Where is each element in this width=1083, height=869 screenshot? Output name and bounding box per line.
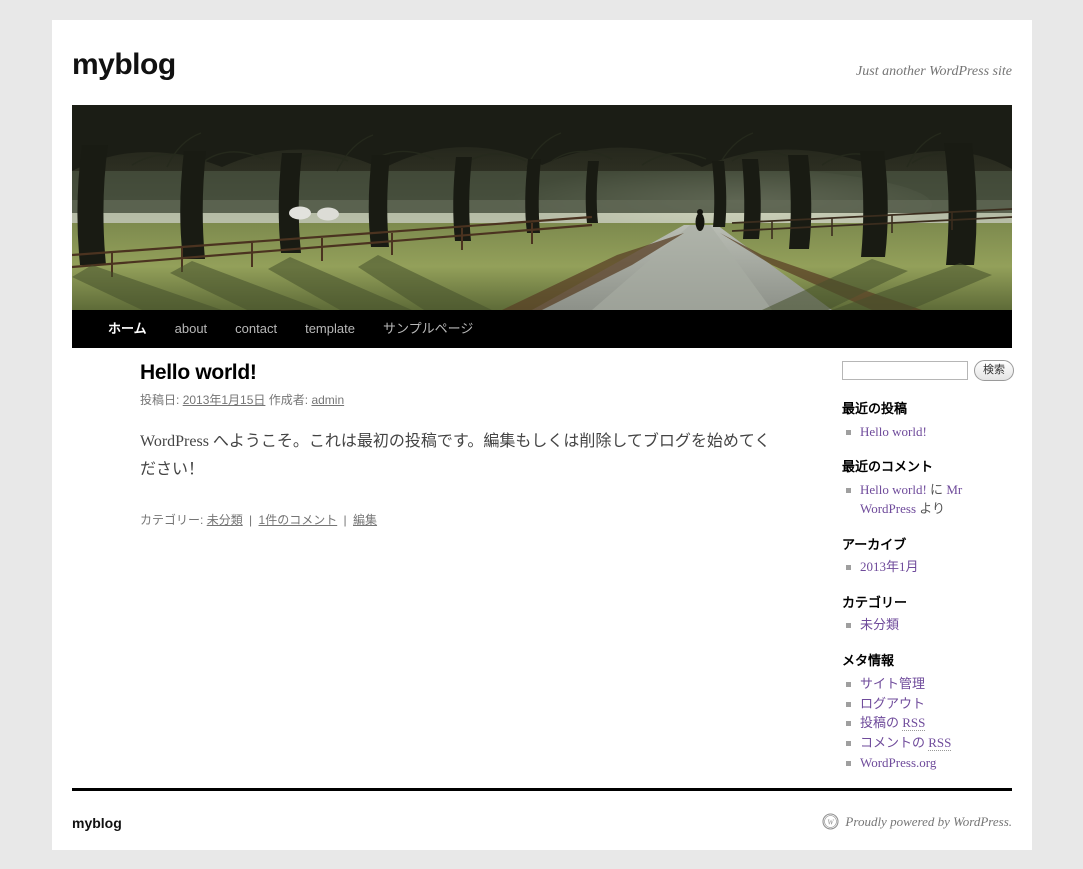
site-container: myblog Just another WordPress site ホーム a… [52, 20, 1032, 850]
site-header: myblog Just another WordPress site [52, 20, 1032, 110]
nav-item-about[interactable]: about [161, 310, 222, 348]
meta-comments-rss-text: コメントの [860, 735, 929, 751]
list-item[interactable]: サイト管理 [842, 675, 1017, 694]
widget-meta: メタ情報 サイト管理 ログアウト 投稿の RSS コメントの RSS WordP… [842, 651, 1017, 773]
meta-link-site-admin[interactable]: サイト管理 [860, 676, 925, 691]
widget-recent-posts: 最近の投稿 Hello world! [842, 399, 1017, 441]
post-paragraph: WordPress へようこそ。これは最初の投稿です。編集もしくは削除してブログ… [140, 433, 771, 478]
widget-recent-comments: 最近のコメント Hello world! に Mr WordPress より [842, 457, 1017, 518]
nav-item-template[interactable]: template [291, 310, 369, 348]
site-footer: myblog W Proudly powered by WordPress. [72, 788, 1012, 855]
nav-link-template[interactable]: template [291, 310, 369, 348]
nav-link-home[interactable]: ホーム [94, 310, 161, 348]
post-title[interactable]: Hello world! [140, 360, 800, 385]
meta-link-logout[interactable]: ログアウト [860, 696, 925, 711]
search-form[interactable]: 検索 [842, 360, 1017, 381]
nav-link-sample-page[interactable]: サンプルページ [369, 310, 487, 348]
nav-item-contact[interactable]: contact [221, 310, 291, 348]
recent-post-link[interactable]: Hello world! [860, 424, 927, 439]
widget-title-recent-posts: 最近の投稿 [842, 401, 908, 416]
post-article: Hello world! 投稿日: 2013年1月15日 作成者: admin … [140, 360, 800, 531]
meta-list: サイト管理 ログアウト 投稿の RSS コメントの RSS WordPress.… [842, 675, 1017, 773]
list-item[interactable]: 2013年1月 [842, 558, 1017, 577]
widget-archives: アーカイブ 2013年1月 [842, 535, 1017, 577]
meta-link-comments-rss[interactable]: コメントの RSS [860, 735, 952, 752]
sidebar: 検索 最近の投稿 Hello world! 最近のコメント Hello worl… [842, 360, 1017, 789]
post-content: WordPress へようこそ。これは最初の投稿です。編集もしくは削除してブログ… [140, 428, 780, 483]
comment-joiner: に [926, 481, 947, 497]
wordpress-logo-icon: W [822, 813, 839, 830]
archive-link[interactable]: 2013年1月 [860, 559, 919, 574]
footer-credit-text: Proudly powered by WordPress. [845, 813, 1012, 829]
list-item[interactable]: 投稿の RSS [842, 714, 1017, 733]
author-label: 作成者: [268, 393, 309, 408]
site-title[interactable]: myblog [72, 50, 176, 80]
widget-title-meta: メタ情報 [842, 653, 895, 669]
search-button[interactable]: 検索 [974, 360, 1014, 381]
list-item[interactable]: 未分類 [842, 616, 1017, 635]
archives-list: 2013年1月 [842, 558, 1017, 577]
footer-separator-2: | [343, 513, 347, 528]
primary-content: Hello world! 投稿日: 2013年1月15日 作成者: admin … [140, 360, 800, 531]
site-description: Just another WordPress site [856, 64, 1012, 79]
nav-item-sample-page[interactable]: サンプルページ [369, 310, 487, 348]
widget-title-categories: カテゴリー [842, 594, 908, 610]
list-item[interactable]: ログアウト [842, 695, 1017, 714]
category-label: カテゴリー: [140, 513, 204, 528]
footer-site-title[interactable]: myblog [72, 815, 122, 831]
comment-tail: より [916, 500, 946, 516]
widget-title-recent-comments: 最近のコメント [842, 459, 934, 475]
recent-comments-list: Hello world! に Mr WordPress より [842, 481, 1017, 519]
footer-separator-1: | [249, 513, 253, 528]
category-widget-link[interactable]: 未分類 [860, 617, 899, 632]
header-image-container [72, 105, 1012, 310]
nav-list: ホーム about contact template サンプルページ [72, 310, 1012, 348]
list-item[interactable]: Hello world! [842, 423, 1017, 442]
post-footer: カテゴリー: 未分類 | 1件のコメント | 編集 [140, 511, 800, 530]
meta-link-posts-rss[interactable]: 投稿の RSS [860, 715, 926, 732]
main-navigation[interactable]: ホーム about contact template サンプルページ [72, 310, 1012, 348]
svg-text:W: W [828, 818, 835, 827]
widget-categories: カテゴリー 未分類 [842, 593, 1017, 635]
header-image [72, 105, 1012, 310]
nav-item-home[interactable]: ホーム [94, 310, 161, 348]
meta-link-wordpress-org[interactable]: WordPress.org [860, 755, 936, 770]
list-item[interactable]: WordPress.org [842, 754, 1017, 773]
recent-posts-list: Hello world! [842, 423, 1017, 442]
rss-abbr: RSS [928, 735, 952, 752]
list-item[interactable]: Hello world! に Mr WordPress より [842, 481, 1017, 519]
post-date-link[interactable]: 2013年1月15日 [183, 393, 266, 407]
comment-post-link[interactable]: Hello world! [860, 482, 927, 497]
site-title-link[interactable]: myblog [72, 48, 176, 81]
comments-link[interactable]: 1件のコメント [259, 513, 338, 527]
search-input[interactable] [842, 361, 968, 380]
post-meta: 投稿日: 2013年1月15日 作成者: admin [140, 391, 800, 410]
post-author-link[interactable]: admin [311, 393, 344, 407]
category-link[interactable]: 未分類 [207, 513, 243, 527]
footer-credit[interactable]: W Proudly powered by WordPress. [822, 813, 1012, 830]
categories-list: 未分類 [842, 616, 1017, 635]
list-item[interactable]: コメントの RSS [842, 734, 1017, 753]
meta-posts-rss-text: 投稿の [860, 715, 903, 731]
edit-link[interactable]: 編集 [353, 513, 377, 527]
nav-link-contact[interactable]: contact [221, 310, 291, 348]
footer-site-title-link[interactable]: myblog [72, 815, 122, 831]
rss-abbr: RSS [902, 715, 926, 732]
nav-link-about[interactable]: about [161, 310, 222, 348]
posted-on-label: 投稿日: [140, 393, 180, 408]
widget-title-archives: アーカイブ [842, 536, 907, 552]
